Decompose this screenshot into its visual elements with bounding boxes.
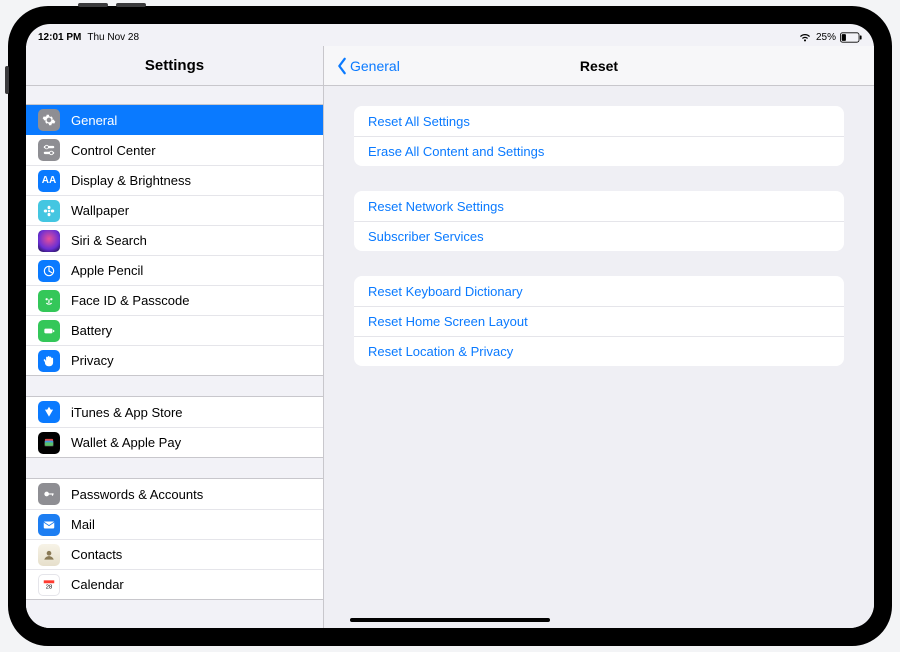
volume-up-button xyxy=(78,3,108,7)
detail-panel: General Reset Reset All Settings Erase A… xyxy=(324,46,874,628)
contacts-icon xyxy=(38,544,60,566)
calendar-icon: 28 xyxy=(38,574,60,596)
detail-body[interactable]: Reset All Settings Erase All Content and… xyxy=(324,86,874,628)
settings-sidebar: Settings General C xyxy=(26,46,324,628)
detail-title: Reset xyxy=(324,58,874,74)
erase-all-content[interactable]: Erase All Content and Settings xyxy=(354,136,844,166)
sidebar-item-control-center[interactable]: Control Center xyxy=(26,135,323,165)
status-right: 25% xyxy=(798,32,862,43)
sidebar-item-label: iTunes & App Store xyxy=(71,405,183,420)
sidebar-item-label: Face ID & Passcode xyxy=(71,293,190,308)
aa-icon: AA xyxy=(38,170,60,192)
face-icon xyxy=(38,290,60,312)
status-time: 12:01 PM xyxy=(38,32,81,43)
ipad-device-frame: 12:01 PM Thu Nov 28 25% Settings xyxy=(8,6,892,646)
sidebar-item-battery[interactable]: Battery xyxy=(26,315,323,345)
reset-network-settings[interactable]: Reset Network Settings xyxy=(354,191,844,221)
sidebar-group: General Control Center AA Display & Brig… xyxy=(26,104,323,376)
reset-home-screen-layout[interactable]: Reset Home Screen Layout xyxy=(354,306,844,336)
back-label: General xyxy=(350,58,400,74)
sidebar-group: Passwords & Accounts Mail xyxy=(26,478,323,600)
sidebar-item-label: Wallet & Apple Pay xyxy=(71,435,181,450)
home-indicator[interactable] xyxy=(350,618,550,622)
chevron-left-icon xyxy=(336,57,348,75)
sidebar-item-pencil[interactable]: Apple Pencil xyxy=(26,255,323,285)
battery-icon xyxy=(38,320,60,342)
reset-location-privacy[interactable]: Reset Location & Privacy xyxy=(354,336,844,366)
gear-icon xyxy=(38,109,60,131)
battery-text: 25% xyxy=(816,32,836,43)
sidebar-item-label: Privacy xyxy=(71,353,114,368)
power-button xyxy=(5,66,9,94)
detail-group: Reset Keyboard Dictionary Reset Home Scr… xyxy=(354,276,844,366)
key-icon xyxy=(38,483,60,505)
sidebar-item-mail[interactable]: Mail xyxy=(26,509,323,539)
reset-all-settings[interactable]: Reset All Settings xyxy=(354,106,844,136)
sidebar-title: Settings xyxy=(26,46,323,86)
switches-icon xyxy=(38,139,60,161)
sidebar-item-contacts[interactable]: Contacts xyxy=(26,539,323,569)
detail-header: General Reset xyxy=(324,46,874,86)
status-bar: 12:01 PM Thu Nov 28 25% xyxy=(26,24,874,46)
screen: 12:01 PM Thu Nov 28 25% Settings xyxy=(26,24,874,628)
sidebar-item-label: Display & Brightness xyxy=(71,173,191,188)
sidebar-group: iTunes & App Store Wallet & Apple Pay xyxy=(26,396,323,458)
mail-icon xyxy=(38,514,60,536)
sidebar-item-label: Control Center xyxy=(71,143,156,158)
sidebar-item-wallpaper[interactable]: Wallpaper xyxy=(26,195,323,225)
siri-icon xyxy=(38,230,60,252)
status-date: Thu Nov 28 xyxy=(87,32,139,43)
split-view: Settings General C xyxy=(26,46,874,628)
sidebar-item-label: General xyxy=(71,113,117,128)
sidebar-item-label: Passwords & Accounts xyxy=(71,487,203,502)
sidebar-item-label: Calendar xyxy=(71,577,124,592)
appstore-icon xyxy=(38,401,60,423)
sidebar-item-general[interactable]: General xyxy=(26,105,323,135)
detail-group: Reset Network Settings Subscriber Servic… xyxy=(354,191,844,251)
battery-icon xyxy=(840,32,862,43)
wallet-icon xyxy=(38,432,60,454)
sidebar-item-passwords[interactable]: Passwords & Accounts xyxy=(26,479,323,509)
status-left: 12:01 PM Thu Nov 28 xyxy=(38,32,139,43)
back-button[interactable]: General xyxy=(336,57,400,75)
sidebar-item-label: Mail xyxy=(71,517,95,532)
sidebar-item-label: Battery xyxy=(71,323,112,338)
sidebar-item-siri[interactable]: Siri & Search xyxy=(26,225,323,255)
svg-text:28: 28 xyxy=(46,584,52,590)
sidebar-item-label: Contacts xyxy=(71,547,122,562)
sidebar-item-label: Wallpaper xyxy=(71,203,129,218)
sidebar-item-label: Siri & Search xyxy=(71,233,147,248)
sidebar-item-display[interactable]: AA Display & Brightness xyxy=(26,165,323,195)
flower-icon xyxy=(38,200,60,222)
sidebar-item-faceid[interactable]: Face ID & Passcode xyxy=(26,285,323,315)
volume-down-button xyxy=(116,3,146,7)
sidebar-item-itunes[interactable]: iTunes & App Store xyxy=(26,397,323,427)
sidebar-list[interactable]: General Control Center AA Display & Brig… xyxy=(26,86,323,628)
sidebar-item-privacy[interactable]: Privacy xyxy=(26,345,323,375)
reset-keyboard-dictionary[interactable]: Reset Keyboard Dictionary xyxy=(354,276,844,306)
pencil-icon xyxy=(38,260,60,282)
wifi-icon xyxy=(798,32,812,43)
subscriber-services[interactable]: Subscriber Services xyxy=(354,221,844,251)
sidebar-item-calendar[interactable]: 28 Calendar xyxy=(26,569,323,599)
detail-group: Reset All Settings Erase All Content and… xyxy=(354,106,844,166)
sidebar-item-wallet[interactable]: Wallet & Apple Pay xyxy=(26,427,323,457)
hand-icon xyxy=(38,350,60,372)
sidebar-item-label: Apple Pencil xyxy=(71,263,143,278)
